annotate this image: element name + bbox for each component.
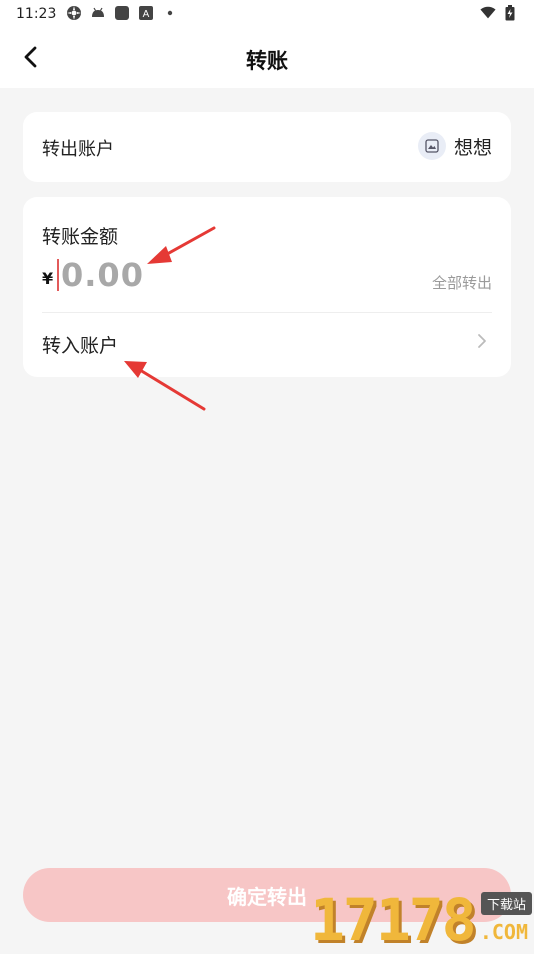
svg-text:A: A (143, 9, 150, 20)
from-account-name: 想想 (453, 136, 492, 159)
status-icons: A (66, 5, 178, 21)
confirm-transfer-button[interactable]: 确定转出 (23, 868, 511, 922)
from-account-card: 转出账户 想想 (23, 112, 511, 182)
from-account-label: 转出账户 (42, 139, 114, 160)
amount-input[interactable]: 0.00 (57, 255, 357, 295)
amount-placeholder: 0.00 (61, 256, 144, 294)
app-square-icon (114, 5, 130, 21)
page-title: 转账 (246, 49, 288, 73)
amount-label: 转账金额 (42, 226, 119, 248)
dot-icon (162, 5, 178, 21)
from-account-selector[interactable]: 想想 (417, 132, 492, 160)
status-time: 11:23 (16, 6, 57, 22)
android-icon (90, 5, 106, 21)
status-bar: 11:23 A (0, 0, 534, 30)
nav-bar: 转账 (0, 30, 534, 88)
a-badge-icon: A (138, 5, 154, 21)
to-account-label: 转入账户 (42, 335, 119, 357)
avatar-icon (417, 132, 446, 160)
battery-icon (502, 5, 518, 21)
transfer-all-button[interactable]: 全部转出 (432, 272, 492, 293)
settings-gear-icon (66, 5, 82, 21)
amount-card: 转账金额 ¥ 0.00 全部转出 转入账户 (23, 197, 511, 377)
status-right (480, 5, 518, 21)
watermark-domain: .COM (479, 920, 528, 944)
text-caret (57, 259, 59, 291)
currency-symbol: ¥ (42, 269, 54, 288)
wifi-icon (480, 5, 496, 21)
chevron-right-icon (477, 333, 487, 353)
to-account-row[interactable]: 转入账户 (23, 313, 511, 377)
